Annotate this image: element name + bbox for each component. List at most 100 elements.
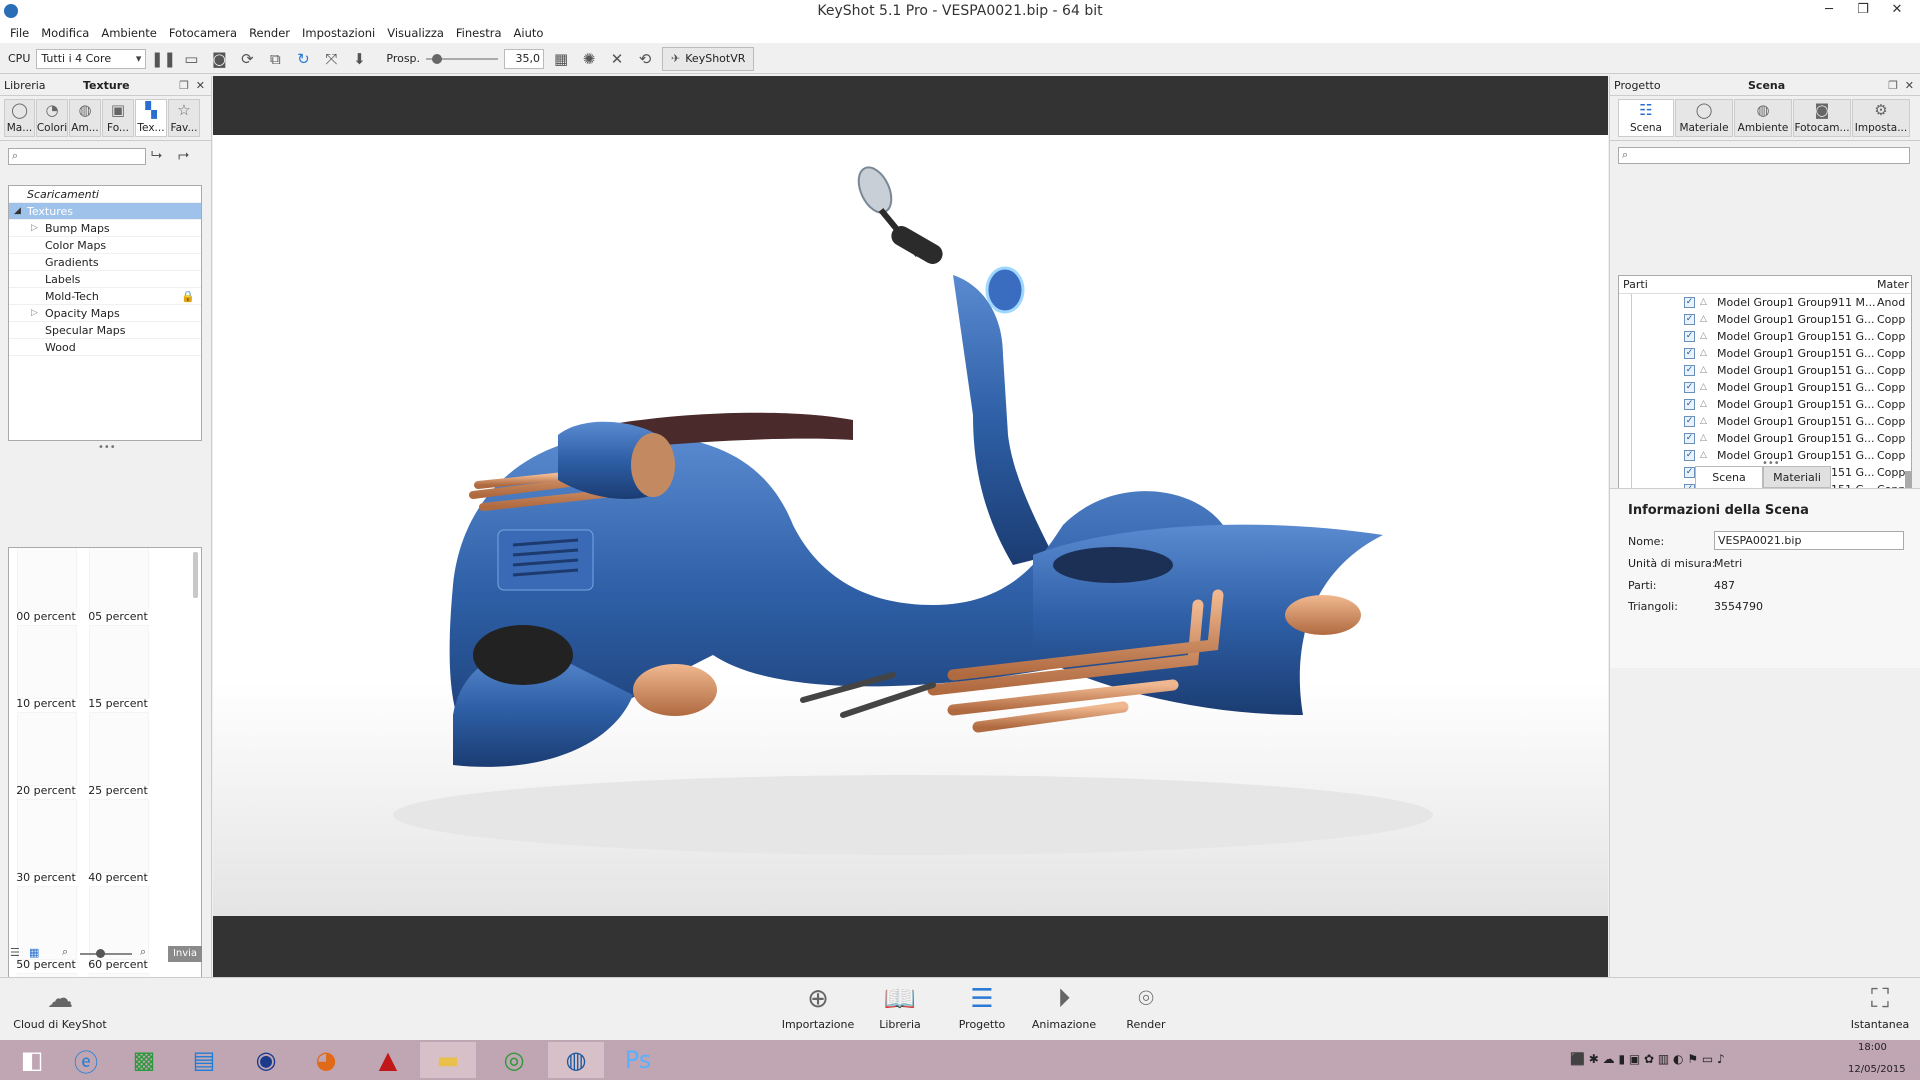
visibility-checkbox[interactable]: ✓ [1684,348,1695,359]
menu-aiuto[interactable]: Aiuto [508,26,550,40]
tree-item-downloads[interactable]: Scaricamenti [9,186,201,203]
persp-value-input[interactable]: 35,0 [504,48,545,69]
close-panel-icon[interactable]: ✕ [196,79,205,92]
tab-impostazioni[interactable]: ⚙ Imposta... [1852,99,1910,137]
cpu-select[interactable]: Tutti i 4 Core [36,48,147,69]
float-panel-icon[interactable]: ❐ [179,79,189,92]
internet-explorer-icon[interactable]: ⓔ [58,1042,114,1078]
part-row[interactable]: ✓ △ Model Group1 Group151 G...Copp [1619,430,1911,447]
tree-item-color-maps[interactable]: Color Maps [9,237,201,254]
zoom-out-icon[interactable]: ⌕ [62,945,68,959]
expand-triangle-icon[interactable]: ▷ [31,305,38,322]
subtab-materiali[interactable]: Materiali [1763,466,1831,488]
tree-item-mold-tech[interactable]: Mold-Tech 🔒 [9,288,201,305]
visibility-checkbox[interactable]: ✓ [1684,331,1695,342]
menu-fotocamera[interactable]: Fotocamera [163,26,243,40]
persp-slider[interactable] [426,49,499,69]
visibility-checkbox[interactable]: ✓ [1684,365,1695,376]
tab-materials[interactable]: ◯ Ma... [4,99,35,137]
tab-ambiente[interactable]: ◍ Ambiente [1734,99,1792,137]
animation-button[interactable]: ⏵ Animazione [1024,982,1104,1038]
tab-textures[interactable]: ▚ Tex... [135,99,167,137]
snapshot-button[interactable]: ⛶ Istantanea [1840,982,1920,1038]
col-parts[interactable]: Parti [1623,276,1648,293]
visibility-checkbox[interactable]: ✓ [1684,467,1695,478]
menu-file[interactable]: File [4,26,35,40]
tree-item-wood[interactable]: Wood [9,339,201,356]
import-down-icon[interactable]: ⬇ [348,48,370,70]
thumbnail-20-percent[interactable]: 20 percent [13,712,79,797]
visibility-checkbox[interactable]: ✓ [1684,314,1695,325]
move-tool-icon[interactable]: ✕ [606,48,628,70]
keyshot-taskbar-icon[interactable]: ◍ [548,1042,604,1078]
send-button[interactable]: Invia [168,946,202,962]
photoshop-icon[interactable]: Ps [610,1042,666,1078]
col-material[interactable]: Mater [1877,276,1909,293]
clock-date[interactable]: 12/05/2015 [1848,1064,1906,1075]
firefox-icon[interactable]: ◕ [298,1042,354,1078]
tab-environments[interactable]: ◍ Am... [69,99,101,137]
tree-item-specular-maps[interactable]: Specular Maps [9,322,201,339]
tree-item-textures[interactable]: ◢ Textures [9,203,201,220]
restore-button[interactable]: ❐ [1846,0,1880,20]
thumbnail-00-percent[interactable]: 00 percent [13,548,79,623]
tray-icons[interactable]: ⬛ ✱ ☁ ▮ ▣ ✿ ▥ ◐ ⚑ ▭ ♪ [1570,1052,1725,1066]
sync-icon[interactable]: ⟲ [634,48,656,70]
tree-item-bump-maps[interactable]: ▷ Bump Maps [9,220,201,237]
subtab-scena[interactable]: Scena [1695,466,1763,488]
app-compass-icon[interactable]: ◉ [238,1042,294,1078]
folder-icon[interactable]: ▬ [420,1042,476,1078]
geometry-icon[interactable]: ✺ [578,48,600,70]
thumbnail-10-percent[interactable]: 10 percent [13,625,79,710]
visibility-checkbox[interactable]: ✓ [1684,399,1695,410]
menu-render[interactable]: Render [243,26,296,40]
visibility-checkbox[interactable]: ✓ [1684,297,1695,308]
visibility-checkbox[interactable]: ✓ [1684,416,1695,427]
thumbnail-size-knob[interactable] [96,949,105,958]
tab-backgrounds[interactable]: ▣ Fo... [102,99,134,137]
part-row[interactable]: ✓ △ Model Group1 Group151 G...Copp [1619,362,1911,379]
cloud-button[interactable]: ☁ Cloud di KeyShot [12,982,108,1038]
tree-item-labels[interactable]: Labels [9,271,201,288]
pause-icon[interactable]: ❚❚ [151,48,176,70]
reset-icon[interactable]: ↻ [292,48,314,70]
scene-search-input[interactable]: ⌕ [1618,147,1910,164]
menu-ambiente[interactable]: Ambiente [95,26,163,40]
expanded-triangle-icon[interactable]: ◢ [14,203,21,220]
list-view-icon[interactable]: ☰ [10,946,20,959]
close-button[interactable]: ✕ [1880,0,1914,20]
acrobat-icon[interactable]: ▲ [360,1042,416,1078]
visibility-checkbox[interactable]: ✓ [1684,382,1695,393]
minimize-button[interactable]: ─ [1812,0,1846,20]
close-panel-icon[interactable]: ✕ [1905,79,1914,92]
tab-favorites[interactable]: ☆ Fav... [168,99,200,137]
part-row[interactable]: ✓ △ Model Group1 Group151 G...Copp [1619,396,1911,413]
grid-view-icon[interactable]: ▦ [29,946,39,959]
fit-icon[interactable]: ⤧ [320,48,342,70]
zoom-in-icon[interactable]: ⌕ [140,945,146,959]
visibility-checkbox[interactable]: ✓ [1684,433,1695,444]
thumbnail-25-percent[interactable]: 25 percent [85,712,151,797]
import-button[interactable]: ⊕ Importazione [778,982,858,1038]
render-canvas[interactable] [213,135,1608,916]
add-folder-icon[interactable]: ⮡ [151,147,162,163]
part-row[interactable]: ✓ △ Model Group1 Group151 G...Copp [1619,379,1911,396]
menu-modifica[interactable]: Modifica [35,26,95,40]
float-panel-icon[interactable]: ❐ [1888,79,1898,92]
thumbnail-15-percent[interactable]: 15 percent [85,625,151,710]
performance-mode-icon[interactable]: ▭ [180,48,202,70]
part-row[interactable]: ✓ △ Model Group1 Group151 G...Copp [1619,311,1911,328]
lock-camera-icon[interactable]: ⧉ [264,48,286,70]
part-row[interactable]: ✓ △ Model Group1 Group151 G...Copp [1619,413,1911,430]
tab-scena[interactable]: ☷ Scena [1618,99,1674,137]
tab-colors[interactable]: ◔ Colori [36,99,68,137]
chrome-icon[interactable]: ◎ [486,1042,542,1078]
menu-finestra[interactable]: Finestra [450,26,508,40]
expand-triangle-icon[interactable]: ▷ [31,220,38,237]
tab-materiale[interactable]: ◯ Materiale [1675,99,1733,137]
menu-impostazioni[interactable]: Impostazioni [296,26,381,40]
part-row[interactable]: ✓ △ Model Group1 Group151 G...Copp [1619,345,1911,362]
library-search-input[interactable]: ⌕ [8,148,146,165]
refresh-icon[interactable]: ⟳ [236,48,258,70]
start-button-icon[interactable]: ◧ [4,1042,60,1078]
